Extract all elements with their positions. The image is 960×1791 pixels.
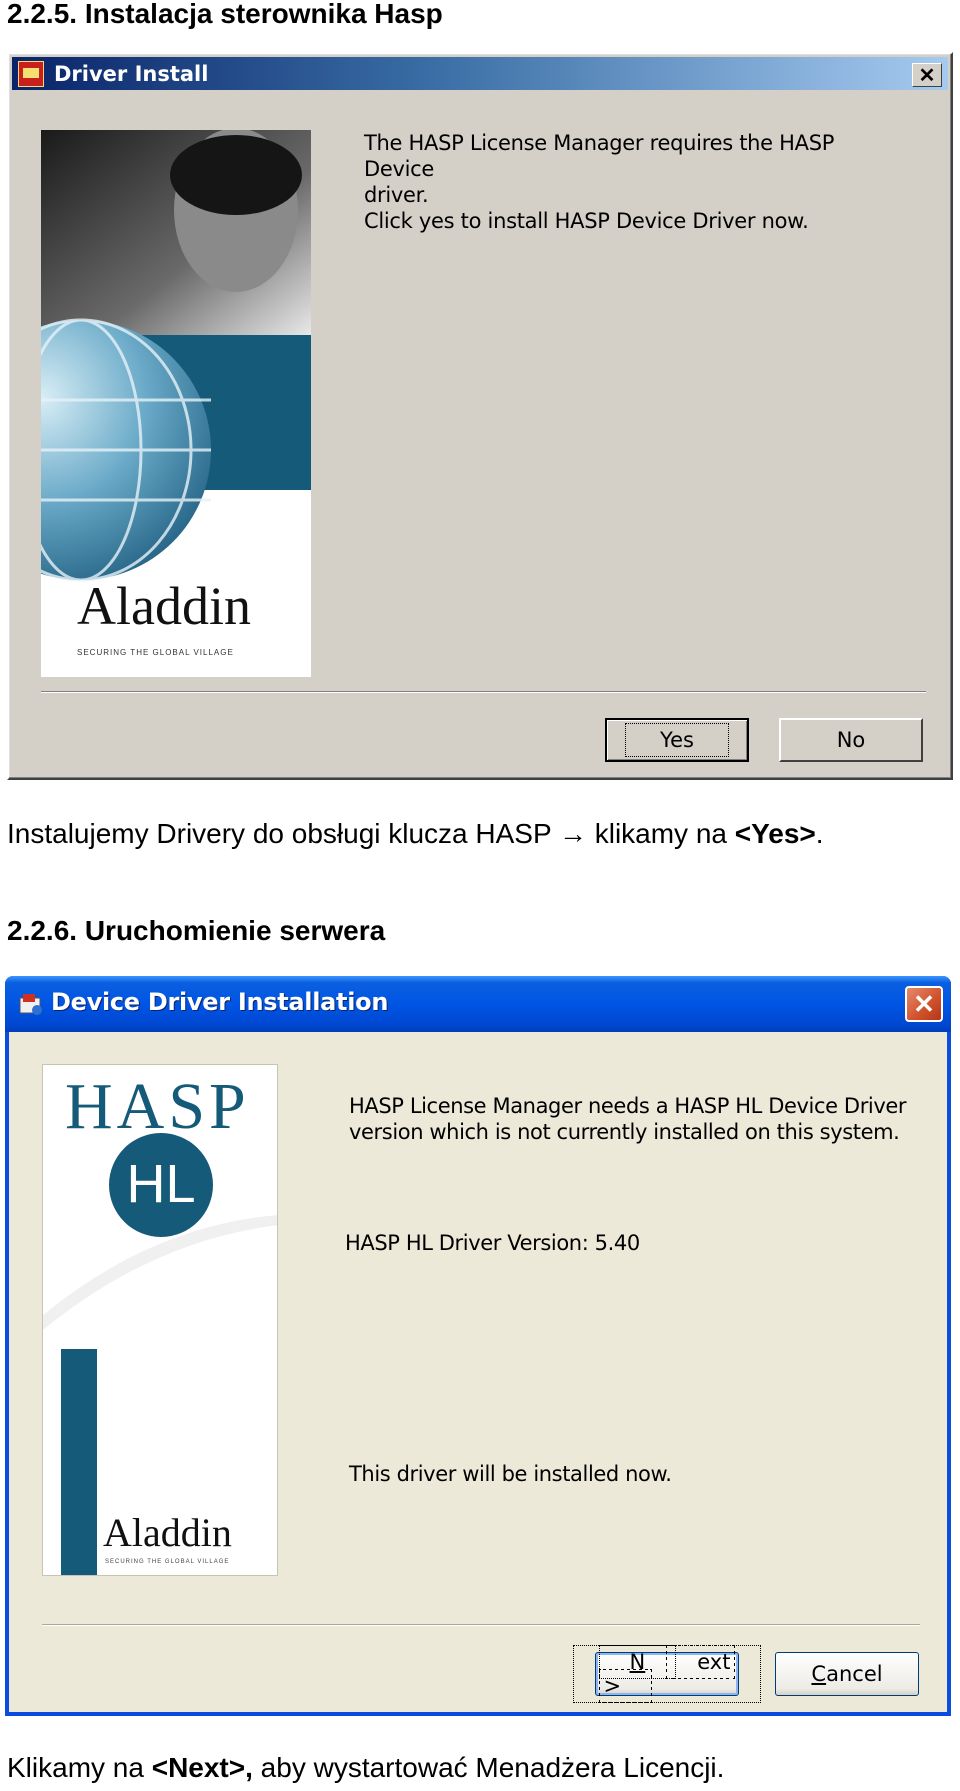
aladdin-tagline: SECURING THE GLOBAL VILLAGE bbox=[77, 648, 234, 657]
hasp-logo: HASP bbox=[65, 1070, 250, 1143]
caption-bold: <Yes> bbox=[734, 818, 816, 849]
caption-text: Klikamy na bbox=[7, 1752, 152, 1783]
close-icon: ✕ bbox=[918, 64, 936, 87]
message-line: Click yes to install HASP Device Driver … bbox=[364, 209, 809, 233]
yes-button-label: Yes bbox=[625, 723, 729, 757]
installer-icon bbox=[19, 994, 42, 1015]
aladdin-side-image: Aladdin SECURING THE GLOBAL VILLAGE bbox=[41, 130, 311, 677]
dialog-message: The HASP License Manager requires the HA… bbox=[364, 130, 904, 234]
caption-text: . bbox=[815, 818, 824, 849]
section-heading-server-start: 2.2.6. Uruchomienie serwera bbox=[7, 915, 386, 946]
caption-bold: <Next>, bbox=[151, 1752, 253, 1783]
caption-server-start: Klikamy na <Next>, aby wystartować Menad… bbox=[7, 1752, 724, 1784]
arrow-icon: → bbox=[558, 818, 587, 849]
separator bbox=[41, 691, 926, 693]
separator bbox=[42, 1624, 920, 1626]
driver-install-dialog: Driver Install ✕ Aladdin SECURING THE GL… bbox=[7, 52, 953, 780]
title-bar[interactable]: Driver Install ✕ bbox=[12, 57, 948, 90]
no-button[interactable]: No bbox=[779, 718, 923, 762]
caption-text: klikamy na bbox=[586, 818, 735, 849]
install-notice-text: This driver will be installed now. bbox=[349, 1462, 672, 1486]
caption-driver-install: Instalujemy Drivery do obsługi klucza HA… bbox=[7, 818, 824, 850]
hasp-hl-side-image: HASP HL Aladdin SECURING THE GLOBAL VILL… bbox=[42, 1064, 278, 1576]
accelerator-key: C bbox=[811, 1662, 827, 1686]
message-line: version which is not currently installed… bbox=[349, 1120, 900, 1144]
cancel-button-label: Cancel bbox=[811, 1662, 882, 1686]
close-button[interactable]: ✕ bbox=[912, 63, 942, 87]
no-button-label: No bbox=[836, 728, 866, 752]
message-line: driver. bbox=[364, 183, 429, 207]
aladdin-logo: Aladdin bbox=[77, 576, 251, 636]
caption-text: Instalujemy Drivery do obsługi klucza HA… bbox=[7, 818, 552, 849]
hasp-key-icon bbox=[18, 61, 44, 87]
yes-button[interactable]: Yes bbox=[605, 718, 749, 762]
aladdin-logo: Aladdin bbox=[103, 1510, 232, 1555]
aladdin-tagline: SECURING THE GLOBAL VILLAGE bbox=[105, 1559, 230, 1565]
cancel-button[interactable]: Cancel bbox=[775, 1652, 919, 1696]
message-line: HASP License Manager needs a HASP HL Dev… bbox=[349, 1094, 907, 1118]
section-heading-driver-install: 2.2.5. Instalacja sterownika Hasp bbox=[7, 0, 443, 29]
next-button-label: Next > bbox=[572, 1645, 762, 1703]
dialog-title: Device Driver Installation bbox=[51, 988, 389, 1016]
dialog-message: HASP License Manager needs a HASP HL Dev… bbox=[349, 1093, 907, 1145]
close-button[interactable]: ✕ bbox=[905, 986, 943, 1022]
cancel-label-text: ancel bbox=[826, 1662, 883, 1686]
driver-version-text: HASP HL Driver Version: 5.40 bbox=[345, 1231, 640, 1255]
close-icon: ✕ bbox=[913, 988, 935, 1019]
title-bar[interactable]: Device Driver Installation ✕ bbox=[5, 976, 951, 1032]
caption-text: aby wystartować Menadżera Licencji. bbox=[252, 1752, 725, 1783]
accelerator-key: N bbox=[598, 1645, 677, 1679]
hl-logo: HL bbox=[126, 1154, 196, 1214]
next-button[interactable]: Next > bbox=[572, 1645, 762, 1703]
dialog-title: Driver Install bbox=[54, 62, 209, 86]
device-driver-installation-dialog: Device Driver Installation ✕ HASP HL Ala… bbox=[5, 976, 951, 1716]
message-line: The HASP License Manager requires the HA… bbox=[364, 131, 835, 181]
